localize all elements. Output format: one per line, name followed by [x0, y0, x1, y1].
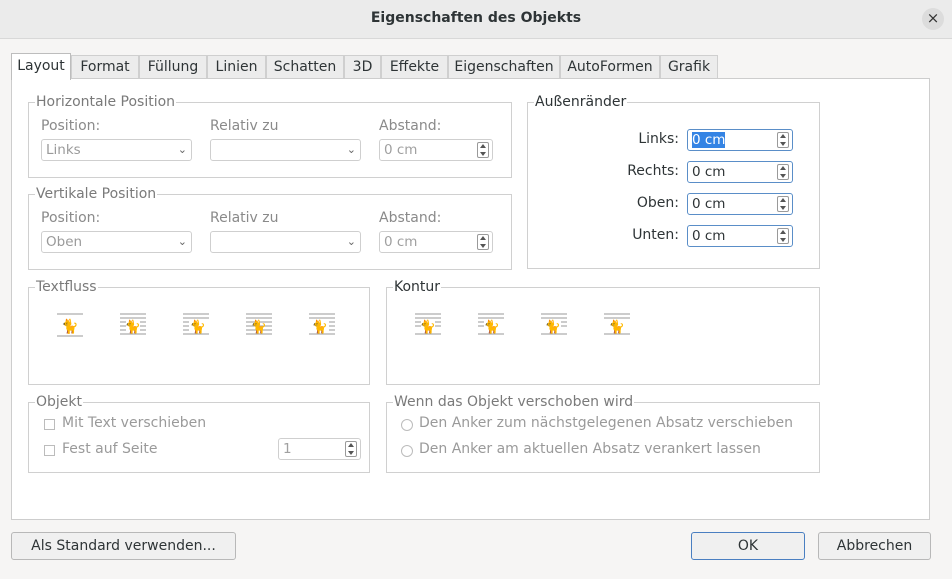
dialog-title: Eigenschaften des Objekts	[370, 10, 582, 26]
group-title: Wenn das Objekt verschoben wird	[393, 394, 635, 410]
spin-arrows-icon[interactable]	[477, 234, 489, 250]
spin-arrows-icon[interactable]	[477, 142, 489, 158]
textfluss-group: Textfluss 🐈 🐈 🐈 🐈 🐈	[28, 279, 370, 385]
spin-arrows-icon[interactable]	[345, 441, 357, 457]
unten-label: Unten:	[632, 227, 679, 243]
tab-eigenschaften[interactable]: Eigenschaften	[448, 55, 560, 79]
contour-page-icon[interactable]: 🐈	[414, 312, 442, 338]
tab-effekte[interactable]: Effekte	[381, 55, 448, 79]
group-title: Außenränder	[534, 94, 628, 110]
spin-value: 0 cm	[384, 142, 418, 158]
horizontal-abstand-spinner[interactable]: 0 cm	[379, 139, 493, 161]
position-label: Position:	[41, 118, 101, 134]
wrap-left-icon[interactable]: 🐈	[182, 312, 210, 338]
horizontal-position-group: Horizontale Position Position: Links ⌄ R…	[28, 94, 512, 178]
tab-3d[interactable]: 3D	[344, 55, 381, 79]
contour-right-icon[interactable]: 🐈	[540, 312, 568, 338]
close-button[interactable]: ×	[922, 8, 944, 30]
unten-spinner[interactable]: 0 cm	[687, 225, 793, 247]
links-spinner[interactable]: 0 cm	[687, 129, 793, 151]
abstand-label: Abstand:	[379, 210, 442, 226]
select-value: Oben	[46, 234, 83, 250]
contour-left-icon[interactable]: 🐈	[477, 312, 505, 338]
spin-value: 0 cm	[384, 234, 418, 250]
anker-verschieben-radio[interactable]	[401, 419, 413, 431]
links-label: Links:	[638, 131, 679, 147]
svg-text:🐈: 🐈	[484, 319, 500, 335]
ok-button[interactable]: OK	[691, 532, 805, 560]
spin-value: 0 cm	[692, 196, 726, 212]
mit-text-label: Mit Text verschieben	[62, 415, 207, 431]
anker-lassen-label: Den Anker am aktuellen Absatz verankert …	[419, 441, 761, 457]
als-standard-button[interactable]: Als Standard verwenden...	[11, 532, 236, 560]
spin-arrows-icon[interactable]	[777, 132, 789, 148]
spin-value: 0 cm	[692, 132, 726, 148]
oben-spinner[interactable]: 0 cm	[687, 193, 793, 215]
margins-group: Außenränder Links: 0 cm Rechts: 0 cm Obe…	[527, 94, 820, 269]
close-icon: ×	[926, 9, 940, 27]
tab-format[interactable]: Format	[71, 55, 139, 79]
group-title: Textfluss	[35, 279, 98, 295]
vertical-relativ-select[interactable]: ⌄	[210, 231, 361, 253]
vertical-position-group: Vertikale Position Position: Oben ⌄ Rela…	[28, 186, 512, 270]
wrap-none-icon[interactable]: 🐈	[56, 312, 84, 338]
layout-panel: Horizontale Position Position: Links ⌄ R…	[11, 78, 930, 520]
svg-text:🐈: 🐈	[609, 319, 625, 335]
tab-autoformen[interactable]: AutoFormen	[560, 55, 660, 79]
spin-arrows-icon[interactable]	[777, 196, 789, 212]
svg-text:🐈: 🐈	[545, 319, 561, 335]
svg-text:🐈: 🐈	[420, 319, 436, 335]
tab-grafik[interactable]: Grafik	[660, 55, 718, 79]
fest-auf-seite-label: Fest auf Seite	[62, 441, 158, 457]
relativ-label: Relativ zu	[210, 118, 279, 134]
oben-label: Oben:	[636, 195, 679, 211]
group-title: Vertikale Position	[35, 186, 158, 202]
svg-text:🐈: 🐈	[61, 318, 78, 335]
chevron-down-icon: ⌄	[346, 143, 356, 156]
rechts-spinner[interactable]: 0 cm	[687, 161, 793, 183]
rechts-label: Rechts:	[627, 163, 679, 179]
contour-through-icon[interactable]: 🐈	[603, 312, 631, 338]
tab-linien[interactable]: Linien	[207, 55, 266, 79]
chevron-down-icon: ⌄	[177, 143, 187, 156]
kontur-group: Kontur 🐈 🐈 🐈 🐈	[386, 279, 820, 385]
title-bar: Eigenschaften des Objekts ×	[0, 0, 952, 39]
page-spinner[interactable]: 1	[278, 438, 361, 460]
spin-value: 1	[283, 441, 292, 457]
spin-value: 0 cm	[692, 228, 726, 244]
relativ-label: Relativ zu	[210, 210, 279, 226]
objekt-group: Objekt Mit Text verschieben Fest auf Sei…	[28, 394, 370, 473]
vertical-abstand-spinner[interactable]: 0 cm	[379, 231, 493, 253]
anker-lassen-radio[interactable]	[401, 445, 413, 457]
svg-text:🐈: 🐈	[251, 319, 267, 335]
tab-schatten[interactable]: Schatten	[266, 55, 344, 79]
abstand-label: Abstand:	[379, 118, 442, 134]
horizontal-relativ-select[interactable]: ⌄	[210, 139, 361, 161]
svg-text:🐈: 🐈	[190, 319, 206, 335]
verschoben-group: Wenn das Objekt verschoben wird Den Anke…	[386, 394, 820, 473]
chevron-down-icon: ⌄	[177, 235, 187, 248]
svg-text:🐈: 🐈	[125, 319, 141, 335]
group-title: Kontur	[393, 279, 442, 295]
wrap-page-icon[interactable]: 🐈	[119, 312, 147, 338]
group-title: Horizontale Position	[35, 94, 177, 110]
chevron-down-icon: ⌄	[346, 235, 356, 248]
select-value: Links	[46, 142, 81, 158]
spin-value: 0 cm	[692, 164, 726, 180]
cancel-button[interactable]: Abbrechen	[818, 532, 931, 560]
mit-text-checkbox[interactable]	[44, 419, 55, 430]
group-title: Objekt	[35, 394, 84, 410]
fest-auf-seite-checkbox[interactable]	[44, 445, 55, 456]
wrap-right-icon[interactable]: 🐈	[308, 312, 336, 338]
horizontal-position-select[interactable]: Links ⌄	[41, 139, 192, 161]
wrap-through-icon[interactable]: 🐈	[245, 312, 273, 338]
position-label: Position:	[41, 210, 101, 226]
spin-arrows-icon[interactable]	[777, 228, 789, 244]
anker-verschieben-label: Den Anker zum nächstgelegenen Absatz ver…	[419, 415, 794, 431]
vertical-position-select[interactable]: Oben ⌄	[41, 231, 192, 253]
tab-layout[interactable]: Layout	[11, 53, 71, 80]
spin-arrows-icon[interactable]	[777, 164, 789, 180]
tab-fuellung[interactable]: Füllung	[139, 55, 207, 79]
svg-text:🐈: 🐈	[312, 319, 328, 335]
